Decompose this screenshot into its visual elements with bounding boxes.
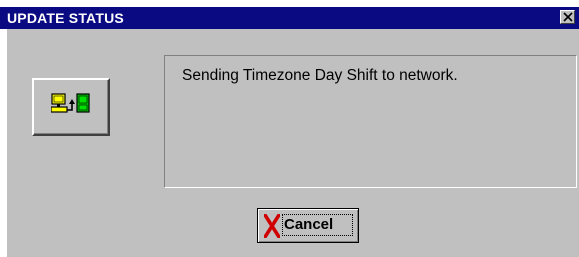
close-icon xyxy=(563,12,573,22)
dialog-body: Sending Timezone Day Shift to network. C… xyxy=(7,29,579,257)
message-panel: Sending Timezone Day Shift to network. xyxy=(164,55,577,188)
close-button[interactable] xyxy=(560,10,575,24)
window-title: UPDATE STATUS xyxy=(7,10,124,26)
computer-to-network-icon xyxy=(51,93,90,113)
update-status-dialog: UPDATE STATUS Sending Timezone Day Shift… xyxy=(0,0,579,257)
status-message: Sending Timezone Day Shift to network. xyxy=(182,67,458,84)
red-x-icon xyxy=(264,214,280,238)
title-bar[interactable]: UPDATE STATUS xyxy=(0,7,579,29)
status-icon-button[interactable] xyxy=(32,78,110,136)
cancel-label: Cancel xyxy=(284,216,334,233)
cancel-button[interactable]: Cancel xyxy=(257,208,359,243)
